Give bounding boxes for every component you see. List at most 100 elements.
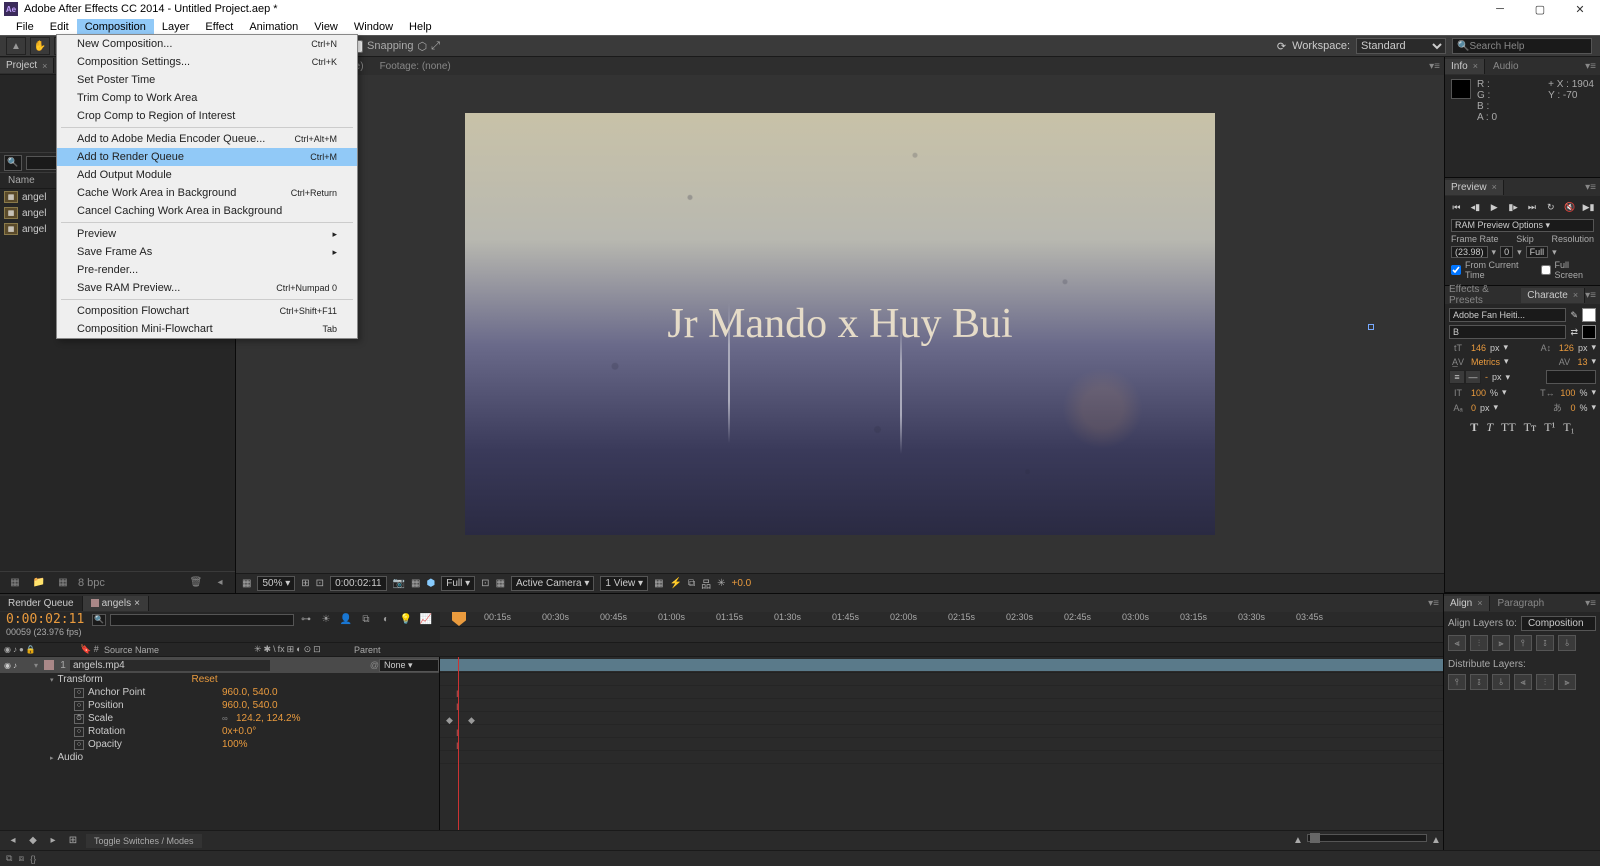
- timeline-search-input[interactable]: [110, 614, 294, 626]
- maximize-button[interactable]: ▢: [1520, 0, 1560, 18]
- close-icon[interactable]: ×: [42, 61, 47, 71]
- layer-color-label[interactable]: [44, 660, 54, 670]
- toggle-switches-button[interactable]: Toggle Switches / Modes: [86, 834, 202, 848]
- property-track[interactable]: I: [440, 699, 1443, 712]
- expand-transforms-icon[interactable]: ⊞: [66, 834, 80, 848]
- show-channel-icon[interactable]: ▦: [411, 578, 420, 589]
- shy-icon[interactable]: 👤: [338, 613, 354, 627]
- stroke-style-segment[interactable]: ≡—: [1449, 370, 1481, 384]
- loop-icon[interactable]: ↻: [1543, 200, 1558, 214]
- layer-name[interactable]: angels.mp4: [70, 660, 270, 671]
- align-top-icon[interactable]: ⫯: [1514, 635, 1532, 651]
- eyedropper-icon[interactable]: ✎: [1570, 310, 1578, 321]
- transform-property-row[interactable]: ○Position960.0, 540.0: [0, 699, 439, 712]
- parent-pickwhip-icon[interactable]: @: [370, 660, 379, 670]
- video-toggle-icon[interactable]: ◉: [4, 661, 11, 670]
- dist-left-icon[interactable]: ⫷: [1514, 674, 1532, 690]
- transform-property-row[interactable]: ○Opacity100%: [0, 738, 439, 751]
- panel-menu-icon[interactable]: ▾≡: [1428, 598, 1443, 609]
- menu-item[interactable]: Add to Render QueueCtrl+M: [57, 148, 357, 166]
- snap-icon[interactable]: ⬡: [418, 40, 428, 53]
- vscale-value[interactable]: 100: [1471, 388, 1486, 398]
- time-ruler[interactable]: 00:15s00:30s00:45s01:00s01:15s01:30s01:4…: [440, 612, 1443, 627]
- superscript-icon[interactable]: T¹: [1544, 420, 1555, 435]
- audio-group[interactable]: ▸ Audio: [0, 751, 439, 764]
- menu-item[interactable]: Trim Comp to Work Area: [57, 89, 357, 107]
- minimize-button[interactable]: ─: [1480, 0, 1520, 18]
- audio-tab[interactable]: Audio: [1485, 59, 1527, 74]
- panel-menu-icon[interactable]: ▾≡: [1585, 182, 1600, 193]
- search-icon[interactable]: 🔍: [4, 155, 22, 171]
- transform-property-row[interactable]: ○Anchor Point960.0, 540.0: [0, 686, 439, 699]
- panel-menu-icon[interactable]: ▾≡: [1585, 598, 1600, 609]
- draft3d-icon[interactable]: ☀: [318, 613, 334, 627]
- preview-res-dropdown[interactable]: Full: [1526, 246, 1549, 258]
- align-tab[interactable]: Align×: [1444, 596, 1490, 611]
- keyframe-nav-next-icon[interactable]: ▸: [46, 834, 60, 848]
- paragraph-tab[interactable]: Paragraph: [1490, 596, 1553, 611]
- menu-view[interactable]: View: [306, 19, 346, 35]
- search-icon[interactable]: 🔍: [92, 614, 106, 626]
- footage-viewer-label[interactable]: Footage: (none): [372, 59, 459, 74]
- zoom-out-icon[interactable]: ▲: [1291, 834, 1305, 848]
- brainstorm-icon[interactable]: 💡: [398, 613, 414, 627]
- timeline-comp-tab[interactable]: angels×: [83, 596, 149, 611]
- project-tab[interactable]: Project×: [0, 58, 54, 73]
- transform-property-row[interactable]: ○Rotation0x+0.0°: [0, 725, 439, 738]
- stopwatch-icon[interactable]: ⏱: [74, 714, 84, 724]
- full-screen-checkbox[interactable]: [1541, 265, 1551, 275]
- fast-previews-icon[interactable]: ⚡: [670, 578, 682, 589]
- ram-preview-icon[interactable]: ▶▮: [1581, 200, 1596, 214]
- playhead-line[interactable]: [458, 657, 459, 830]
- menu-item[interactable]: Composition FlowchartCtrl+Shift+F11: [57, 302, 357, 320]
- menu-item[interactable]: Cancel Caching Work Area in Background: [57, 202, 357, 220]
- faux-italic-icon[interactable]: T: [1486, 420, 1493, 435]
- menu-composition[interactable]: Composition: [77, 19, 154, 35]
- tracking-value[interactable]: 13: [1577, 357, 1587, 367]
- menu-item[interactable]: Set Poster Time: [57, 71, 357, 89]
- exposure-value[interactable]: +0.0: [732, 578, 752, 589]
- roi-icon[interactable]: ⊡: [481, 578, 489, 589]
- align-left-icon[interactable]: ⫷: [1448, 635, 1466, 651]
- property-track[interactable]: I: [440, 725, 1443, 738]
- camera-dropdown[interactable]: Active Camera ▾: [511, 576, 594, 591]
- character-tab[interactable]: Characte×: [1521, 288, 1585, 303]
- font-size-value[interactable]: 146: [1471, 343, 1486, 353]
- kerning-value[interactable]: Metrics: [1471, 357, 1500, 367]
- graph-editor-icon[interactable]: 📈: [418, 613, 434, 627]
- menu-item[interactable]: Add Output Module: [57, 166, 357, 184]
- menu-item[interactable]: Pre-render...: [57, 261, 357, 279]
- stroke-width-value[interactable]: -: [1485, 372, 1488, 382]
- transparency-grid-icon[interactable]: ▦: [496, 578, 505, 589]
- dist-hcenter-icon[interactable]: ⫶: [1536, 674, 1554, 690]
- info-tab[interactable]: Info×: [1445, 59, 1485, 74]
- handle-icon[interactable]: [1368, 324, 1374, 330]
- transform-group[interactable]: ▾ Transform Reset: [0, 673, 439, 686]
- interpret-footage-icon[interactable]: ▦: [6, 575, 24, 591]
- source-name-column[interactable]: Source Name: [104, 645, 254, 655]
- new-comp-icon[interactable]: ▦: [54, 575, 72, 591]
- frame-blend-icon[interactable]: ⧉: [358, 613, 374, 627]
- motion-blur-icon[interactable]: ◐: [378, 613, 394, 627]
- search-clear-icon[interactable]: ◂: [211, 575, 229, 591]
- align-bottom-icon[interactable]: ⫰: [1558, 635, 1576, 651]
- menu-item[interactable]: Cache Work Area in BackgroundCtrl+Return: [57, 184, 357, 202]
- close-icon[interactable]: ×: [134, 598, 140, 609]
- play-icon[interactable]: ▶: [1487, 200, 1502, 214]
- close-button[interactable]: ✕: [1560, 0, 1600, 18]
- selection-tool-icon[interactable]: ▲: [6, 37, 26, 55]
- composition-viewer[interactable]: Jr Mando x Huy Bui: [236, 75, 1444, 573]
- workspace-dropdown[interactable]: Standard: [1356, 38, 1446, 54]
- swap-colors-icon[interactable]: ⇄: [1570, 327, 1578, 338]
- framerate-dropdown[interactable]: (23.98): [1451, 246, 1488, 258]
- preview-options-dropdown[interactable]: RAM Preview Options ▾: [1451, 219, 1594, 232]
- reset-exposure-icon[interactable]: ✳: [717, 578, 725, 589]
- from-current-checkbox[interactable]: [1451, 265, 1461, 275]
- panel-menu-icon[interactable]: ▾≡: [1429, 61, 1444, 72]
- parent-dropdown[interactable]: None ▾: [379, 659, 439, 672]
- menu-item[interactable]: Save RAM Preview...Ctrl+Numpad 0: [57, 279, 357, 297]
- layer-expand-icon[interactable]: ▾: [30, 661, 42, 670]
- prev-frame-icon[interactable]: ◂▮: [1468, 200, 1483, 214]
- leading-value[interactable]: 126: [1559, 343, 1574, 353]
- menu-edit[interactable]: Edit: [42, 19, 77, 35]
